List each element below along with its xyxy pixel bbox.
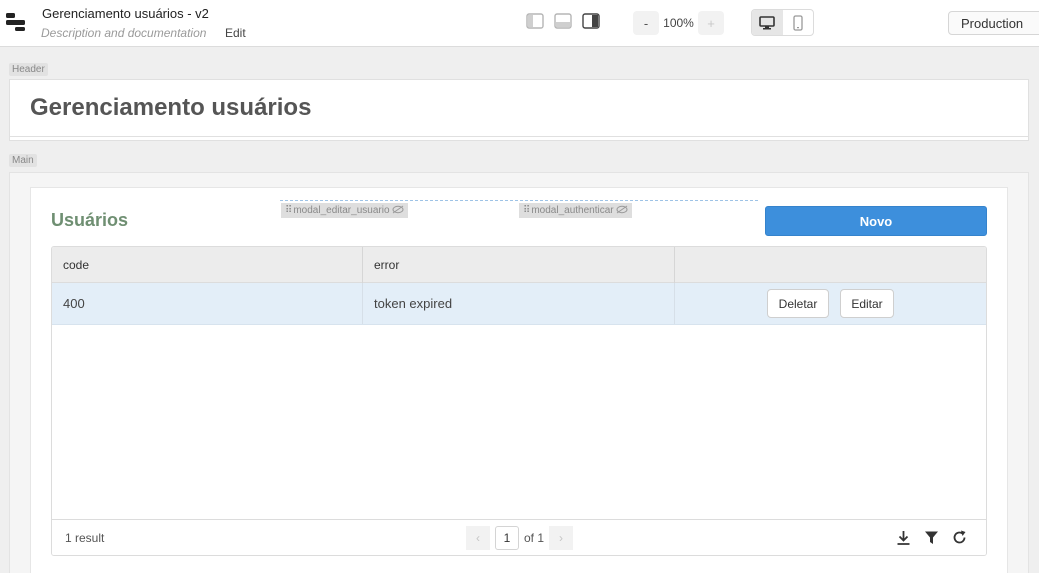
- filter-icon[interactable]: [923, 529, 940, 546]
- device-switcher: [751, 9, 814, 36]
- top-bar: Gerenciamento usuários - v2 Description …: [0, 0, 1039, 47]
- new-user-button[interactable]: Novo: [765, 206, 987, 236]
- environment-selector[interactable]: Production: [948, 11, 1039, 35]
- app-title: Gerenciamento usuários - v2: [42, 6, 209, 21]
- download-icon[interactable]: [895, 529, 912, 546]
- modal-tag-editar-usuario[interactable]: ⠿ modal_editar_usuario: [281, 203, 408, 218]
- zoom-value: 100%: [663, 16, 694, 30]
- column-header-actions: [675, 247, 986, 283]
- mobile-icon: [793, 14, 803, 31]
- table-footer: 1 result ‹ 1 of 1 ›: [52, 519, 986, 555]
- header-divider: [9, 136, 1029, 137]
- column-header-code[interactable]: code: [52, 247, 363, 283]
- result-count: 1 result: [65, 531, 105, 545]
- section-title: Usuários: [51, 210, 129, 230]
- zoom-in-button[interactable]: +: [698, 11, 724, 35]
- main-region-label: Main: [9, 154, 37, 167]
- prev-page-button[interactable]: ‹: [466, 526, 490, 550]
- app-logo-icon: [6, 13, 25, 31]
- column-header-error[interactable]: error: [363, 247, 675, 283]
- zoom-control: - 100% +: [633, 11, 724, 35]
- modal-name: modal_authenticar: [531, 205, 614, 216]
- page-number-input[interactable]: 1: [495, 526, 519, 550]
- sidebar-right-icon[interactable]: [582, 13, 600, 29]
- drag-handle-icon: ⠿: [523, 205, 530, 216]
- delete-button[interactable]: Deletar: [767, 289, 829, 318]
- table-actions: [895, 529, 968, 546]
- modal-placeholder-line: [280, 200, 758, 201]
- page-total: of 1: [524, 531, 545, 545]
- hidden-eye-icon: [616, 205, 628, 217]
- panel-bottom-icon[interactable]: [554, 13, 572, 29]
- table-header: code error: [52, 247, 986, 283]
- drag-handle-icon: ⠿: [285, 205, 292, 216]
- pagination: ‹ 1 of 1 ›: [466, 526, 574, 550]
- app-description[interactable]: Description and documentation: [41, 26, 206, 40]
- layout-toggles: [526, 13, 600, 29]
- modal-tag-authenticar[interactable]: ⠿ modal_authenticar: [519, 203, 632, 218]
- table-row[interactable]: 400 token expired Deletar Editar: [52, 283, 986, 325]
- desktop-view-button[interactable]: [752, 10, 783, 35]
- edit-button[interactable]: Editar: [840, 289, 894, 318]
- sidebar-left-icon[interactable]: [526, 13, 544, 29]
- cell-actions: Deletar Editar: [675, 283, 986, 324]
- desktop-icon: [759, 15, 776, 29]
- hidden-eye-icon: [392, 205, 404, 217]
- mobile-view-button[interactable]: [783, 10, 814, 35]
- cell-code: 400: [52, 283, 363, 324]
- edit-description-link[interactable]: Edit: [225, 26, 246, 40]
- refresh-icon[interactable]: [951, 529, 968, 546]
- next-page-button[interactable]: ›: [549, 526, 574, 550]
- modal-name: modal_editar_usuario: [293, 205, 390, 216]
- zoom-out-button[interactable]: -: [633, 11, 659, 35]
- page-title: Gerenciamento usuários: [30, 94, 312, 121]
- header-region-label: Header: [9, 63, 48, 76]
- users-table: code error 400 token expired Deletar Edi…: [51, 246, 987, 556]
- cell-error: token expired: [363, 283, 675, 324]
